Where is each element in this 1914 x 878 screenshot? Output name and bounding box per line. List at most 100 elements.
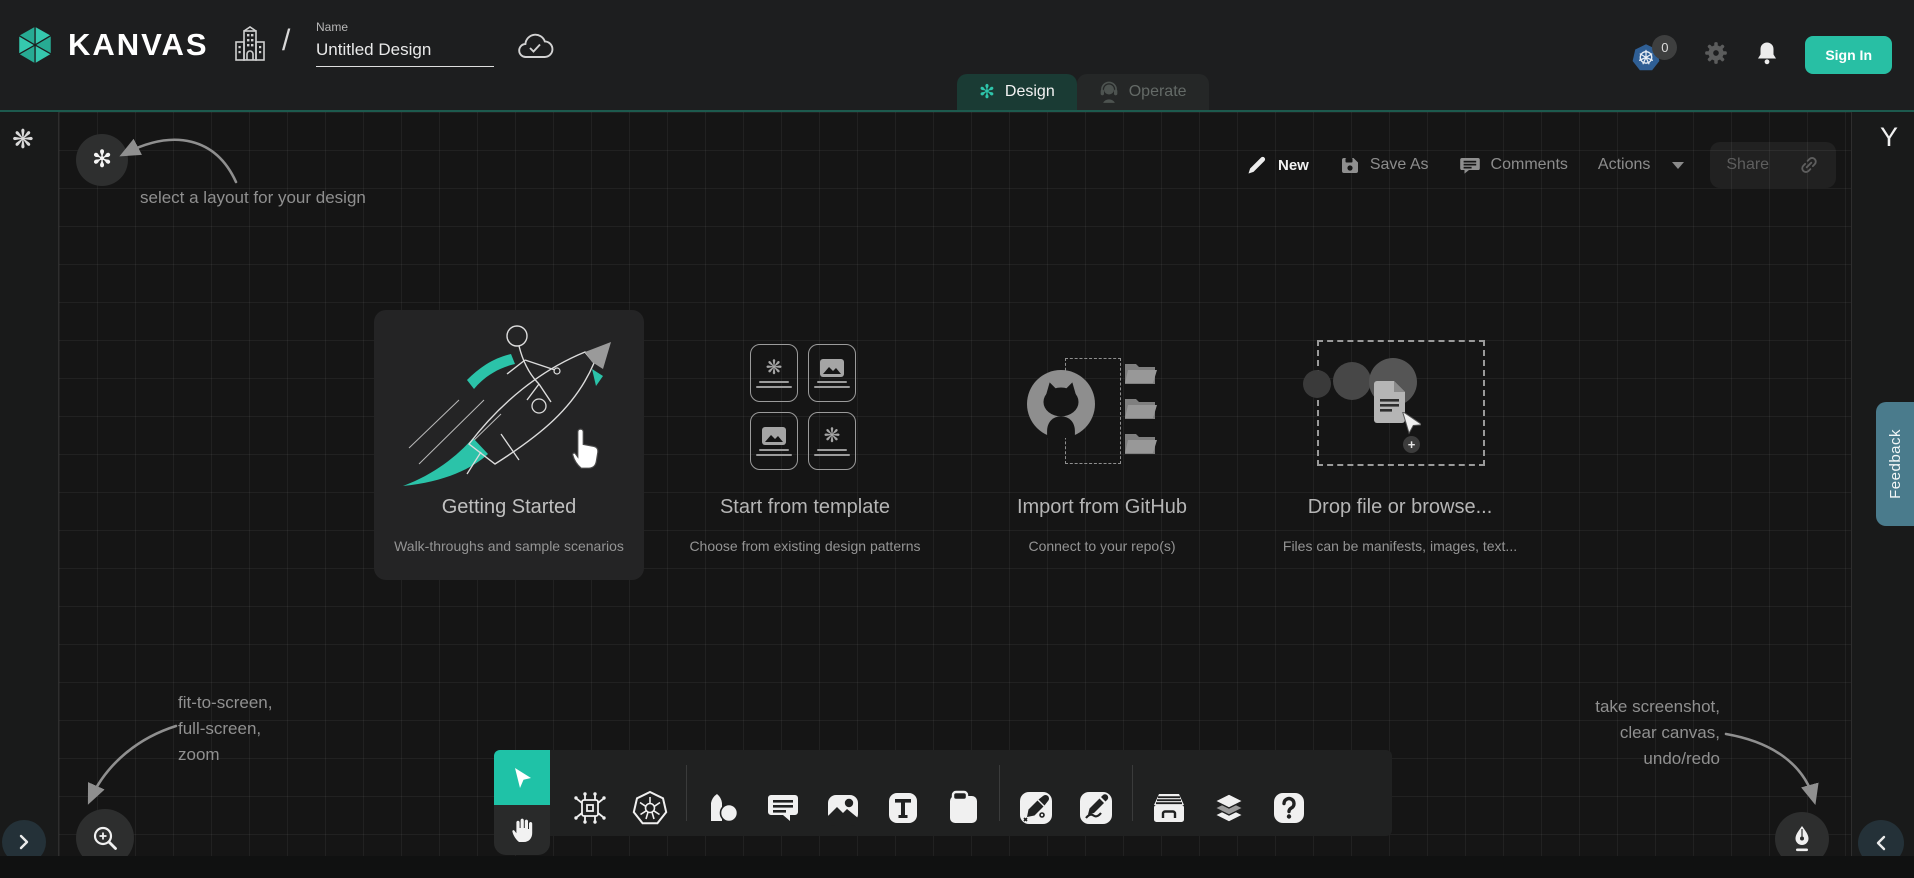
magnifier-plus-icon (90, 823, 120, 853)
shapes-tool[interactable] (704, 789, 742, 827)
rocket-illustration (389, 316, 629, 496)
layers-stack-icon (1210, 789, 1248, 827)
feedback-tab[interactable]: Feedback (1876, 402, 1914, 526)
organization-icon[interactable] (232, 26, 268, 69)
kubernetes-tool[interactable] (631, 789, 669, 827)
cursor-arrow-icon (1397, 412, 1421, 438)
notifications-bell-button[interactable] (1755, 40, 1779, 71)
help-question-icon (1270, 789, 1308, 827)
mode-tabs: ✻ Design Operate (957, 74, 1209, 110)
cursor-select-icon (509, 765, 535, 791)
layers-tool[interactable] (1210, 789, 1248, 827)
layout-flower-icon: ✻ (92, 148, 112, 172)
tab-design[interactable]: ✻ Design (957, 74, 1077, 110)
name-field-label: Name (316, 20, 496, 34)
brand-name: KANVAS (68, 27, 209, 63)
kubernetes-context-button[interactable]: 0 (1631, 35, 1677, 75)
folder-icon (1123, 395, 1157, 421)
card-subtitle: Walk-throughs and sample scenarios (374, 538, 644, 554)
template-cell: ❋ (808, 412, 856, 470)
save-as-button[interactable]: Save As (1339, 155, 1429, 176)
new-button[interactable]: New (1246, 154, 1309, 176)
share-link-icon (1798, 154, 1820, 176)
card-title: Getting Started (374, 496, 644, 519)
chevron-right-icon (15, 833, 33, 851)
bubble-medium (1333, 362, 1371, 400)
design-spiral-icon: ✻ (979, 83, 995, 102)
card-getting-started[interactable]: Getting Started Walk-throughs and sample… (374, 310, 644, 580)
toolbar-divider (999, 765, 1000, 821)
card-title: Drop file or browse... (1265, 496, 1535, 519)
select-tool[interactable] (494, 750, 550, 805)
drop-file-illustration: + (1317, 340, 1487, 468)
plus-badge-icon: + (1403, 436, 1420, 453)
kanvas-hexagon-logo-icon (14, 24, 56, 66)
pan-tool[interactable] (494, 807, 550, 851)
pencil-scribble-icon (1077, 789, 1115, 827)
header-actions: 0 (1631, 0, 1892, 110)
comments-button[interactable]: Comments (1459, 154, 1568, 176)
help-tool[interactable] (1270, 789, 1308, 827)
card-subtitle: Connect to your repo(s) (967, 538, 1237, 554)
comment-bubble-icon (764, 789, 802, 827)
comments-bubble-icon (1459, 154, 1481, 176)
sticky-note-icon (944, 789, 982, 827)
card-title: Start from template (670, 496, 940, 519)
app-window: KANVAS / Name (0, 0, 1914, 878)
tab-operate[interactable]: Operate (1077, 74, 1209, 110)
card-subtitle: Files can be manifests, images, text... (1265, 538, 1535, 554)
component-tool[interactable] (571, 789, 609, 827)
sign-in-button[interactable]: Sign In (1805, 36, 1892, 74)
note-tool[interactable] (944, 789, 982, 827)
app-header: KANVAS / Name (0, 0, 1914, 110)
card-import-from-github[interactable]: Import from GitHub Connect to your repo(… (967, 310, 1237, 580)
notification-count-badge: 0 (1652, 35, 1677, 60)
hand-pan-icon (507, 814, 537, 844)
design-name-input[interactable] (316, 38, 494, 67)
card-start-from-template[interactable]: ❋ ❋ (670, 310, 940, 580)
comment-tool[interactable] (764, 789, 802, 827)
folder-icon (1123, 430, 1157, 456)
pencil-tool[interactable] (1077, 789, 1115, 827)
toolbar-divider (1132, 765, 1133, 821)
card-subtitle: Choose from existing design patterns (670, 538, 940, 554)
github-folders-illustration (1027, 352, 1177, 474)
toolbar-divider (686, 765, 687, 821)
repo-folder-list (1123, 360, 1157, 456)
text-tool[interactable] (884, 789, 922, 827)
image-icon (819, 358, 845, 378)
pen-tool[interactable] (1017, 789, 1055, 827)
card-drop-file[interactable]: + Drop file or browse... Files can be ma… (1265, 310, 1535, 580)
drawer-archive-icon (1150, 789, 1188, 827)
chevron-left-icon (1872, 834, 1890, 852)
layout-selector-button[interactable]: ✻ (76, 134, 128, 186)
zoom-hint-text: fit-to-screen, full-screen, zoom (178, 690, 272, 768)
image-icon (761, 426, 787, 446)
design-name-field: Name (316, 20, 496, 67)
drawer-tool[interactable] (1150, 789, 1188, 827)
component-circuit-icon (571, 789, 609, 827)
template-grid-illustration: ❋ ❋ (750, 344, 856, 470)
bubble-small (1303, 370, 1331, 398)
bottom-edge-strip (0, 856, 1914, 878)
canvas-hint-text: take screenshot, clear canvas, undo/redo (1530, 694, 1720, 772)
kubernetes-wheel-icon (631, 789, 669, 827)
settings-gear-button[interactable] (1703, 40, 1729, 71)
cloud-saved-icon (516, 32, 554, 67)
spiral-icon: ❋ (824, 426, 841, 446)
feedback-label: Feedback (1887, 429, 1904, 499)
left-spiral-icon[interactable]: ❋ (12, 124, 34, 155)
layer5-y-logo: Y (1880, 122, 1898, 153)
design-canvas: ❋ Y New Save As (0, 110, 1914, 856)
image-tool[interactable] (824, 789, 862, 827)
layout-hint-text: select a layout for your design (140, 188, 366, 208)
pointer-tools-group (494, 750, 550, 855)
canvas-toolbar: New Save As Comments (1246, 140, 1836, 190)
actions-dropdown[interactable]: Actions (1598, 156, 1684, 174)
chevron-down-icon (1672, 162, 1684, 169)
pen-path-icon (1017, 789, 1055, 827)
share-button[interactable]: Share (1710, 142, 1836, 188)
app-logo[interactable]: KANVAS (14, 24, 209, 66)
card-title: Import from GitHub (967, 496, 1237, 519)
folder-icon (1123, 360, 1157, 386)
